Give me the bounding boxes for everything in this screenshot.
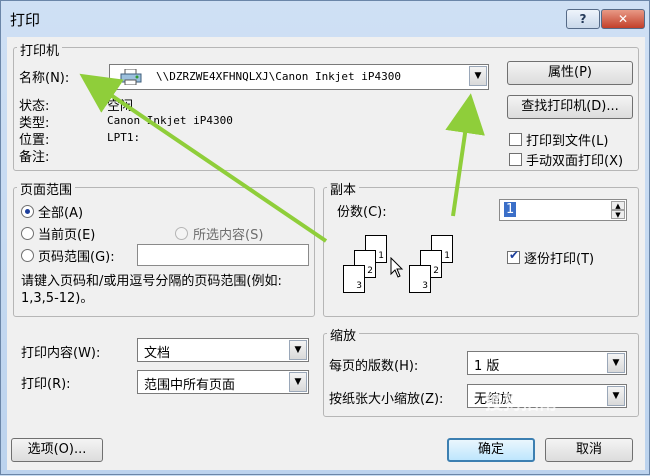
options-button[interactable]: 选项(O)... [11,438,103,462]
find-printer-button[interactable]: 查找打印机(D)... [507,95,633,119]
properties-button[interactable]: 属性(P) [507,61,633,85]
location-value: LPT1: [107,131,141,144]
comment-label: 备注: [19,150,50,165]
close-button[interactable]: ✕ [601,9,645,29]
cancel-button[interactable]: 取消 [545,438,633,462]
mouse-cursor-icon [390,256,404,283]
zoom-group-label: 缩放 [327,325,360,344]
title-bar[interactable]: 打印 ? ✕ [1,1,650,37]
printer-icon [120,68,142,86]
all-pages-label[interactable]: 全部(A) [38,202,83,221]
collate-label[interactable]: 逐份打印(T) [524,248,594,267]
pages-per-sheet-select[interactable]: 1 版 ▼ [467,351,627,375]
print-pages-select[interactable]: 范围中所有页面 ▼ [137,370,309,394]
copies-spinner[interactable]: 1 ▲ ▼ [499,199,627,221]
printer-group-label: 打印机 [17,40,63,59]
chevron-down-icon[interactable]: ▼ [289,340,307,360]
spin-up-icon[interactable]: ▲ [611,201,625,210]
all-pages-radio[interactable] [21,205,34,218]
pages-per-sheet-value: 1 版 [474,359,500,374]
page-numbers-radio[interactable] [21,249,34,262]
collate-page-1a: 3 [343,265,365,293]
pages-per-sheet-label: 每页的版数(H): [329,359,419,374]
printer-name-label: 名称(N): [19,71,70,86]
spin-down-icon[interactable]: ▼ [611,210,625,219]
print-what-select[interactable]: 文档 ▼ [137,338,309,362]
manual-duplex-label[interactable]: 手动双面打印(X) [526,150,623,169]
current-page-radio[interactable] [21,227,34,240]
chevron-down-icon[interactable]: ▼ [289,372,307,392]
printer-select-value: \\DZRZWE4XFHNQLXJ\Canon Inkjet iP4300 [156,70,402,83]
scale-label: 按纸张大小缩放(Z): [329,392,444,407]
window-title: 打印 [10,11,41,29]
current-page-label[interactable]: 当前页(E) [38,224,95,243]
selection-radio [175,227,188,240]
print-to-file-label[interactable]: 打印到文件(L) [526,130,608,149]
manual-duplex-checkbox[interactable] [509,153,522,166]
copies-value: 1 [504,202,517,217]
copies-count-label: 份数(C): [337,205,387,220]
watermark: 搜狗指南 [485,393,557,414]
print-to-file-checkbox[interactable] [509,133,522,146]
page-range-input[interactable] [137,244,309,266]
page-range-group-label: 页面范围 [17,179,76,198]
help-button[interactable]: ? [566,9,600,29]
page-range-hint: 请键入页码和/或用逗号分隔的页码范围(例如: 1,3,5-12)。 [21,274,282,306]
collate-checkbox[interactable] [507,248,520,264]
print-what-value: 文档 [144,346,171,361]
selection-label: 所选内容(S) [193,228,264,243]
status-value: 空闲 [107,99,134,114]
type-value: Canon Inkjet iP4300 [107,114,233,127]
collate-page-1b: 3 [409,265,431,293]
printer-select[interactable]: \\DZRZWE4XFHNQLXJ\Canon Inkjet iP4300 ▼ [109,64,489,90]
chevron-down-icon[interactable]: ▼ [607,353,625,373]
page-numbers-label[interactable]: 页码范围(G): [38,246,115,265]
ok-button[interactable]: 确定 [447,438,535,462]
print-pages-value: 范围中所有页面 [144,378,236,393]
chevron-down-icon[interactable]: ▼ [469,66,487,86]
print-what-label: 打印内容(W): [21,346,101,361]
print-label: 打印(R): [21,377,71,392]
chevron-down-icon[interactable]: ▼ [607,386,625,406]
copies-group-label: 副本 [327,179,360,198]
print-dialog: 打印 ? ✕ 打印机 名称(N): \\DZRZWE4XFHNQLXJ\Cano… [0,0,650,475]
